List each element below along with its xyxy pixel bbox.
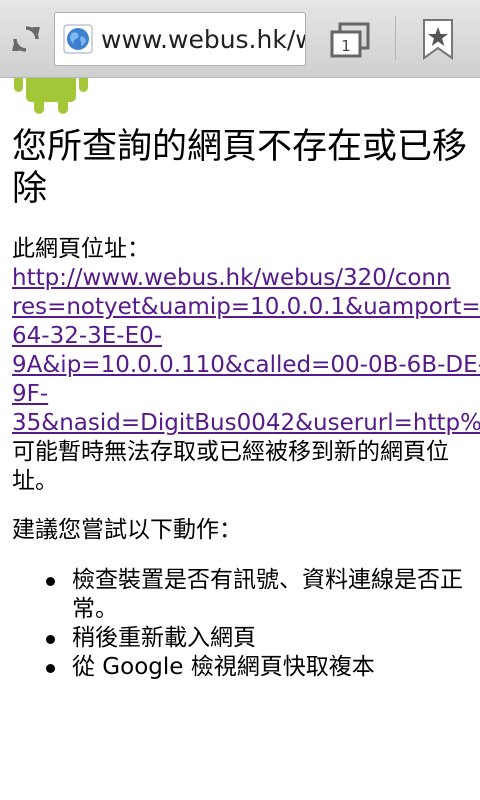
toolbar-divider — [395, 16, 396, 60]
address-text: www.webus.hk/webus/320/conn — [101, 24, 305, 54]
suggestion-text: 檢查裝置是否有訊號、資料連線是否正常。 — [72, 567, 463, 622]
tabs-icon: 1 — [330, 22, 370, 58]
browser-toolbar: www.webus.hk/webus/320/conn 1 — [0, 0, 480, 78]
bullet-icon — [46, 577, 55, 586]
url-line: 64-32-3E-E0- — [12, 323, 163, 349]
bookmark-button[interactable] — [418, 14, 458, 64]
failed-url-link[interactable]: http://www.webus.hk/webus/320/conn res=n… — [12, 265, 480, 436]
url-line: 9A&ip=10.0.0.110&called=00-0B-6B-DE- — [12, 352, 480, 378]
suggestions-heading: 建議您嘗試以下動作： — [12, 517, 242, 543]
tab-count: 1 — [341, 37, 351, 55]
bullet-icon — [46, 635, 55, 644]
url-line: res=notyet&uamip=10.0.0.1&uamport=3990 — [12, 294, 480, 320]
desc-prefix: 此網頁位址： — [12, 236, 150, 262]
url-line: 9F- — [12, 381, 49, 407]
suggestions-list: 檢查裝置是否有訊號、資料連線是否正常。 稍後重新載入網頁 從 Google 檢視… — [12, 566, 472, 682]
url-line: 35&nasid=DigitBus0042&userurl=http%3A% — [12, 410, 480, 436]
android-logo-icon — [14, 78, 88, 114]
list-item: 稍後重新載入網頁 — [12, 624, 472, 653]
page-title: 您所查詢的網頁不存在或已移除 — [12, 127, 468, 209]
address-bar[interactable]: www.webus.hk/webus/320/conn — [54, 12, 306, 66]
reload-button[interactable] — [4, 14, 48, 64]
list-item: 檢查裝置是否有訊號、資料連線是否正常。 — [12, 566, 472, 624]
page-content: 您所查詢的網頁不存在或已移除 此網頁位址： http://www.webus.hk… — [0, 78, 480, 800]
suggestion-text: 稍後重新載入網頁 — [72, 625, 256, 651]
suggestion-text: 從 Google 檢視網頁快取複本 — [72, 654, 375, 680]
error-description: 此網頁位址： http://www.webus.hk/webus/320/conn… — [12, 235, 480, 496]
desc-suffix: 可能暫時無法存取或已經被移到新的網頁位址。 — [12, 439, 449, 494]
reload-icon — [12, 26, 40, 52]
tabs-button[interactable]: 1 — [326, 18, 376, 62]
bullet-icon — [46, 664, 55, 673]
globe-icon — [63, 24, 93, 54]
list-item: 從 Google 檢視網頁快取複本 — [12, 653, 472, 682]
url-line: http://www.webus.hk/webus/320/conn — [12, 265, 451, 291]
bookmark-icon — [423, 19, 453, 60]
